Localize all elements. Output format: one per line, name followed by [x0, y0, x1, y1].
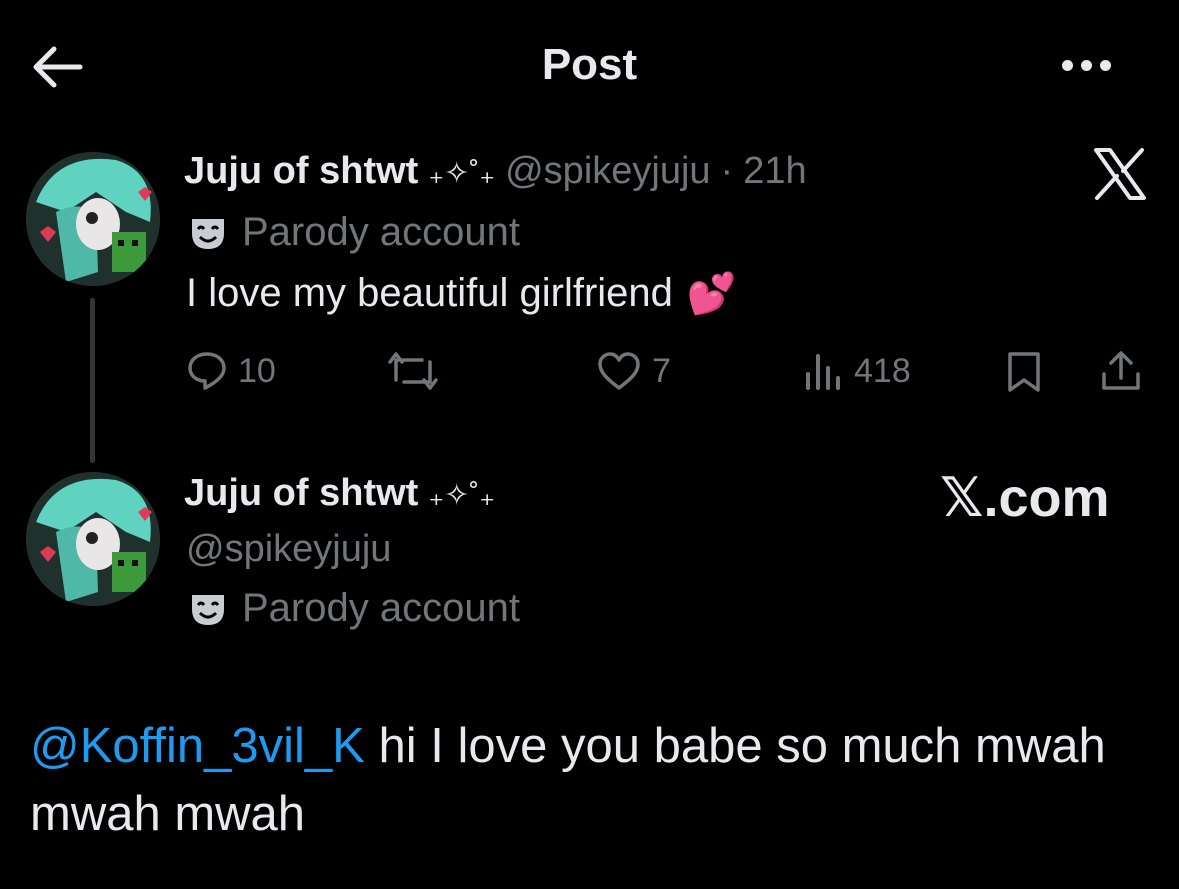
parody-label: Parody account: [242, 210, 520, 254]
two-hearts-icon: 💕: [686, 272, 737, 316]
reply-action[interactable]: 10: [186, 350, 276, 392]
like-count: 7: [652, 351, 671, 390]
bookmark-icon: [1008, 352, 1040, 392]
heart-icon: [598, 352, 640, 390]
reply-author-header: Juju of shtwt ₊✧˚₊: [184, 472, 495, 515]
reply-icon: [188, 352, 226, 390]
reply-avatar[interactable]: [26, 472, 160, 606]
mask-icon: [192, 594, 224, 625]
reply-display-name[interactable]: Juju of shtwt: [184, 472, 418, 515]
display-name[interactable]: Juju of shtwt: [184, 150, 418, 193]
handle[interactable]: @spikeyjuju: [505, 150, 710, 193]
more-dot: [1100, 59, 1111, 71]
avatar-image: [26, 472, 160, 606]
reply-handle[interactable]: @spikeyjuju: [186, 528, 391, 571]
view-count: 418: [854, 351, 911, 390]
page-title: Post: [541, 40, 638, 89]
reply-count: 10: [238, 351, 276, 390]
repost-icon: [388, 352, 438, 390]
share-icon: [1102, 351, 1140, 390]
avatar-image: [26, 152, 160, 286]
x-logo-icon: [1092, 146, 1148, 202]
more-dot: [1081, 59, 1092, 71]
post-header: Juju of shtwt ₊✧˚₊ @spikeyjuju · 21h: [184, 150, 807, 193]
timestamp[interactable]: 21h: [743, 150, 806, 193]
mask-icon: [192, 218, 224, 249]
like-action[interactable]: 7: [596, 350, 671, 392]
analytics-icon: [806, 354, 840, 390]
name-decoration: ₊✧˚₊: [428, 157, 496, 190]
more-dots-icon: [1062, 59, 1073, 71]
views-action[interactable]: 418: [802, 350, 911, 392]
share-button[interactable]: [1098, 348, 1144, 394]
bookmark-button[interactable]: [1004, 350, 1044, 394]
xcom-watermark: 𝕏.com: [940, 468, 1110, 528]
reply-name-decoration: ₊✧˚₊: [428, 479, 496, 512]
reply-text: @Koffin_3vil_K hi I love you babe so muc…: [30, 712, 1160, 848]
more-button[interactable]: [1062, 50, 1132, 80]
repost-action[interactable]: [386, 350, 450, 392]
separator: ·: [720, 150, 734, 192]
parody-badge: Parody account: [188, 210, 520, 255]
reply-parody-label: Parody account: [242, 586, 520, 630]
post-text: I love my beautiful girlfriend 💕: [186, 270, 737, 317]
mention-link[interactable]: @Koffin_3vil_K: [30, 719, 365, 773]
avatar[interactable]: [26, 152, 160, 286]
reply-parody-badge: Parody account: [188, 586, 520, 631]
post-text-content: I love my beautiful girlfriend: [186, 271, 673, 315]
thread-connector-line: [90, 298, 95, 463]
